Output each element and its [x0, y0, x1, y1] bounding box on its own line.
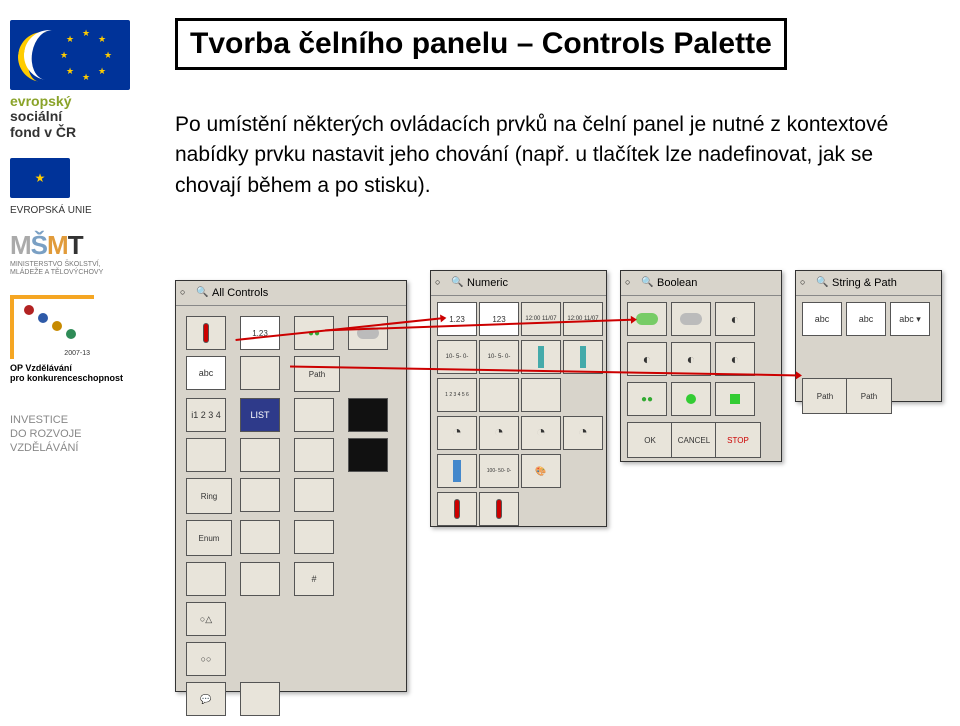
palette-boolean: Boolean OK CANCEL STOP: [620, 270, 782, 462]
control-item[interactable]: [240, 438, 280, 472]
numeric-control[interactable]: 100- 50- 0-: [479, 454, 519, 488]
op-logo: 2007-13 OP Vzdělávání pro konkurencescho…: [10, 295, 130, 383]
numeric-control[interactable]: 🎨: [521, 454, 561, 488]
boolean-control[interactable]: [671, 342, 711, 376]
numeric-control[interactable]: [563, 340, 603, 374]
numeric-control[interactable]: [563, 416, 603, 450]
palette-all-controls: All Controls 1.23 abc Path i1 2 3 4 LIST: [175, 280, 407, 692]
boolean-control[interactable]: STOP: [715, 422, 761, 458]
control-item[interactable]: [294, 520, 334, 554]
search-icon[interactable]: [641, 277, 653, 289]
numeric-control[interactable]: [479, 378, 519, 412]
string-control[interactable]: Path: [802, 378, 848, 414]
control-item[interactable]: i1 2 3 4: [186, 398, 226, 432]
control-item[interactable]: 💬: [186, 682, 226, 716]
search-icon[interactable]: [451, 277, 463, 289]
control-item[interactable]: [186, 562, 226, 596]
msmt-logo: MŠMT MINISTERSTVO ŠKOLSTVÍ, MLÁDEŽE A TĚ…: [10, 230, 150, 276]
control-item[interactable]: [186, 316, 226, 350]
control-item[interactable]: [348, 438, 388, 472]
boolean-control[interactable]: [715, 302, 755, 336]
control-item[interactable]: [240, 562, 280, 596]
numeric-control[interactable]: [521, 378, 561, 412]
control-item[interactable]: [294, 438, 334, 472]
palette-title: String & Path: [832, 277, 897, 289]
slide-body-text: Po umístění některých ovládacích prvků n…: [175, 110, 915, 201]
control-item[interactable]: [294, 398, 334, 432]
control-item[interactable]: Enum: [186, 520, 232, 556]
control-item[interactable]: [240, 356, 280, 390]
boolean-control[interactable]: [715, 382, 755, 416]
boolean-control[interactable]: OK: [627, 422, 673, 458]
control-item[interactable]: ○○: [186, 642, 226, 676]
control-item[interactable]: #: [294, 562, 334, 596]
control-item[interactable]: ○△: [186, 602, 226, 636]
boolean-control[interactable]: [671, 302, 711, 336]
string-control[interactable]: abc: [846, 302, 886, 336]
boolean-control[interactable]: [715, 342, 755, 376]
numeric-control[interactable]: [437, 416, 477, 450]
boolean-control[interactable]: [627, 382, 667, 416]
eu-label: EVROPSKÁ UNIE: [10, 205, 165, 216]
control-item[interactable]: LIST: [240, 398, 280, 432]
control-item[interactable]: abc: [186, 356, 226, 390]
string-control[interactable]: abc: [802, 302, 842, 336]
control-item[interactable]: [240, 520, 280, 554]
palette-title: All Controls: [212, 287, 268, 299]
string-control[interactable]: abc ▾: [890, 302, 930, 336]
eu-badge-icon: [10, 158, 70, 198]
numeric-control[interactable]: 123: [479, 302, 519, 336]
numeric-control[interactable]: [479, 492, 519, 526]
palette-title: Numeric: [467, 277, 508, 289]
esf-text: evropský sociální fond v ČR: [10, 94, 150, 140]
eu-flag-icon: ★ ★ ★ ★ ★ ★ ★ ★: [10, 20, 130, 90]
control-item[interactable]: [294, 478, 334, 512]
numeric-control[interactable]: [437, 454, 477, 488]
op-title: OP Vzdělávání pro konkurenceschopnost: [10, 363, 130, 383]
control-item[interactable]: [348, 398, 388, 432]
numeric-control[interactable]: 12:00 11/07: [521, 302, 561, 336]
pin-icon[interactable]: [180, 287, 192, 299]
control-item[interactable]: [240, 478, 280, 512]
palettes-area: All Controls 1.23 abc Path i1 2 3 4 LIST: [175, 280, 945, 700]
control-item[interactable]: Path: [294, 356, 340, 392]
palette-numeric: Numeric 1.23 123 12:00 11/07 12:00 11/07…: [430, 270, 607, 527]
numeric-control[interactable]: [437, 492, 477, 526]
control-item[interactable]: [186, 438, 226, 472]
search-icon[interactable]: [196, 287, 208, 299]
slide-title: Tvorba čelního panelu – Controls Palette: [190, 27, 772, 61]
numeric-control[interactable]: 1 2 3 4 5 6: [437, 378, 477, 412]
numeric-control[interactable]: [479, 416, 519, 450]
boolean-control[interactable]: [671, 382, 711, 416]
esf-logo: ★ ★ ★ ★ ★ ★ ★ ★ evropský sociální fond v…: [10, 20, 150, 140]
string-control[interactable]: Path: [846, 378, 892, 414]
slide-title-box: Tvorba čelního panelu – Controls Palette: [175, 18, 787, 70]
palette-title: Boolean: [657, 277, 697, 289]
eu-badge-block: EVROPSKÁ UNIE: [10, 150, 165, 216]
pin-icon[interactable]: [800, 277, 812, 289]
main-content: Tvorba čelního panelu – Controls Palette…: [175, 18, 945, 222]
pin-icon[interactable]: [625, 277, 637, 289]
control-item[interactable]: [240, 682, 280, 716]
control-item[interactable]: Ring: [186, 478, 232, 514]
control-item[interactable]: 1.23: [240, 316, 280, 350]
msmt-subtitle: MINISTERSTVO ŠKOLSTVÍ, MLÁDEŽE A TĚLOVÝC…: [10, 261, 150, 276]
sidebar-logos: ★ ★ ★ ★ ★ ★ ★ ★ evropský sociální fond v…: [10, 20, 165, 455]
search-icon[interactable]: [816, 277, 828, 289]
boolean-control[interactable]: CANCEL: [671, 422, 717, 458]
palette-string-path: String & Path abc abc abc ▾ Path Path: [795, 270, 942, 402]
numeric-control[interactable]: [521, 416, 561, 450]
invest-text: INVESTICE DO ROZVOJE VZDĚLÁVÁNÍ: [10, 413, 165, 456]
control-item[interactable]: [348, 316, 388, 350]
pin-icon[interactable]: [435, 277, 447, 289]
